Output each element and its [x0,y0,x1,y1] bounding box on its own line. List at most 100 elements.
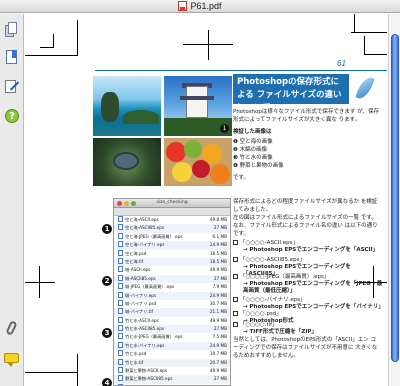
file-name: 城-バイナリ.psd [125,300,157,306]
edit-pencil-icon[interactable] [3,78,20,95]
format-item: 「○○○○-バイナリ.eps」 → Photoshop EPSでエンコーディング… [233,297,384,311]
file-name: 空と海-バイナリ.eps [125,242,165,248]
help-icon[interactable]: ? [3,108,20,125]
file-size: 49.9 MB [209,317,227,323]
file-row: 空と海-JPEG（最高画質）.eps 6.1 MB [114,232,230,241]
comment-bubble-icon[interactable] [3,351,20,368]
format-item-desc: → Photoshop EPSでエンコーディングを「バイナリ」 [243,304,384,310]
file-row: 竹と水-バイナリ.eps 24.9 MB [114,341,230,351]
file-icon [118,341,123,348]
scroll-thumb[interactable] [391,34,399,362]
pages-icon[interactable] [3,22,20,39]
file-icon [118,358,123,365]
photo-vegetables-and-fruit [164,138,232,186]
file-name: 竹と水.tif [125,359,144,365]
document-bookmark-icon[interactable] [3,49,20,66]
crop-mark [77,354,78,386]
checkbox-icon [233,297,238,302]
format-item: 「○○○○.tif」 → TIFF形式で圧縮を「ZIP」 [233,322,383,336]
vertical-scrollbar[interactable] [388,14,400,386]
finder-title: size_checking [156,200,188,205]
intro-paragraph: Photoshopは様々なファイル形式で保存できます が、保存形式によってファイ… [233,109,380,123]
file-name: 城-ASCII.eps [125,267,151,273]
file-name: 城-ASCII85.eps [125,275,156,281]
file-icon [118,241,123,248]
format-item: 「○○○○-ASCII.eps」 → Photoshop EPSでエンコーディン… [233,240,383,254]
file-icon [118,308,123,315]
crop-mark [53,34,54,48]
file-name: 空と海.psd [125,250,147,256]
marker-4: 4 [102,378,112,386]
format-item-desc: → Photoshop EPSでエンコーディングを「ASCII」 [243,247,379,253]
checkbox-icon [233,240,238,245]
pdf-file-icon [178,1,188,11]
file-name: 野菜と果物-ASCII.eps [125,368,168,374]
file-row: 空と海.tif 18.5 MB [114,257,230,267]
file-size: 27 MB [213,225,227,231]
list-subhead: 検証した画像は [233,129,272,135]
file-row: 野菜と果物-ASCII.eps 49.9 MB [114,367,230,375]
file-size: 7.9 MB [212,284,227,290]
attachment-paperclip-icon[interactable] [3,320,20,337]
section-heading: Photoshopの保存形式による ファイルサイズの違いについて [233,74,349,113]
file-icon [118,350,123,357]
list-end-text: です。 [233,175,249,181]
file-size: 19.7 MB [209,351,227,357]
file-row: 竹と水.tif 20.7 MB [114,358,230,368]
file-icon [118,299,123,306]
file-row: 竹と水-JPEG（最高画質）.eps 7.5 MB [114,333,230,341]
file-icon [118,367,123,374]
document-page: 61 1 Photoshopの保存形式による ファイルサイズの違いについて Ph… [25,14,387,386]
file-size: 7.5 MB [212,334,227,340]
file-size: 20.7 MB [209,359,227,365]
file-size: 6.1 MB [212,233,227,239]
file-name: 空と海-ASCII85.eps [125,225,165,231]
pdf-viewer-window: P61.pdf ? 61 1 Photoshopの保存形式による ファイルサイズ… [0,0,400,386]
file-size: 49.9 MB [209,267,227,273]
file-row: 城-ASCII85.eps 27 MB [114,274,230,284]
file-size: 21.1 MB [209,309,227,315]
file-row: 城-JPEG（最高画質）.eps 7.9 MB [114,283,230,291]
crop-mark [77,20,78,56]
format-item-title: 「○○○○-JPEG（最高画質）.eps」 [240,274,330,280]
file-row: 城-バイナリ.eps 24.9 MB [114,291,230,300]
list-item: ❸ 竹と水の画像 [233,155,273,161]
list-item: ❷ 木綿の画像 [233,147,268,153]
file-name: 竹と水-ASCII.eps [125,317,159,323]
crop-mark [364,54,387,55]
file-size: 49.8 MB [209,217,227,222]
file-row: 空と海.psd 18.5 MB [114,249,230,258]
checkbox-icon [233,322,238,327]
checkbox-icon [233,257,238,262]
window-title: P61.pdf [190,1,222,11]
file-icon [118,232,123,239]
file-icon [118,216,123,222]
crop-mark [354,14,355,32]
file-size: 24.9 MB [209,242,227,248]
file-name: 野菜と果物-ASCII85.eps [125,376,173,382]
file-icon [118,249,123,256]
file-icon [118,375,123,382]
format-item-title: 「○○○○.tif」 [240,322,278,328]
file-size: 18.5 MB [209,258,227,264]
file-size: 27 MB [213,275,227,281]
format-item: 「○○○○-JPEG（最高画質）.eps」 → Photoshop EPSでエン… [233,274,383,295]
file-name: 竹と水-ASCII85.eps [125,326,165,332]
file-name: 空と海-JPEG（最高画質）.eps [125,233,183,239]
file-name: 空と海-ASCII.eps [125,217,159,222]
file-size: 30.7 MB [209,300,227,306]
footer-paragraph: 当然としては、PhotoshopのEPS形式の「ASCII」エン コーディングで… [233,337,378,359]
crop-mark [25,372,77,373]
file-icon [118,291,123,298]
format-item-title: 「○○○○-バイナリ.eps」 [240,297,306,303]
checkbox-icon [233,311,238,316]
file-row: 城-バイナリ.psd 30.7 MB [114,299,230,308]
crop-mark [40,47,53,48]
format-item-title: 「○○○○-ASCII.eps」 [240,240,299,246]
crop-mark [25,55,77,56]
title-bar[interactable]: P61.pdf [0,0,400,13]
crop-mark [351,32,387,33]
file-icon [118,257,123,264]
finder-window-screenshot: size_checking 空と海-ASCII.eps 49.8 MB 空と海-AS… [113,198,231,386]
format-item-title: 「○○○○-ASCII85.eps」 [240,257,306,263]
